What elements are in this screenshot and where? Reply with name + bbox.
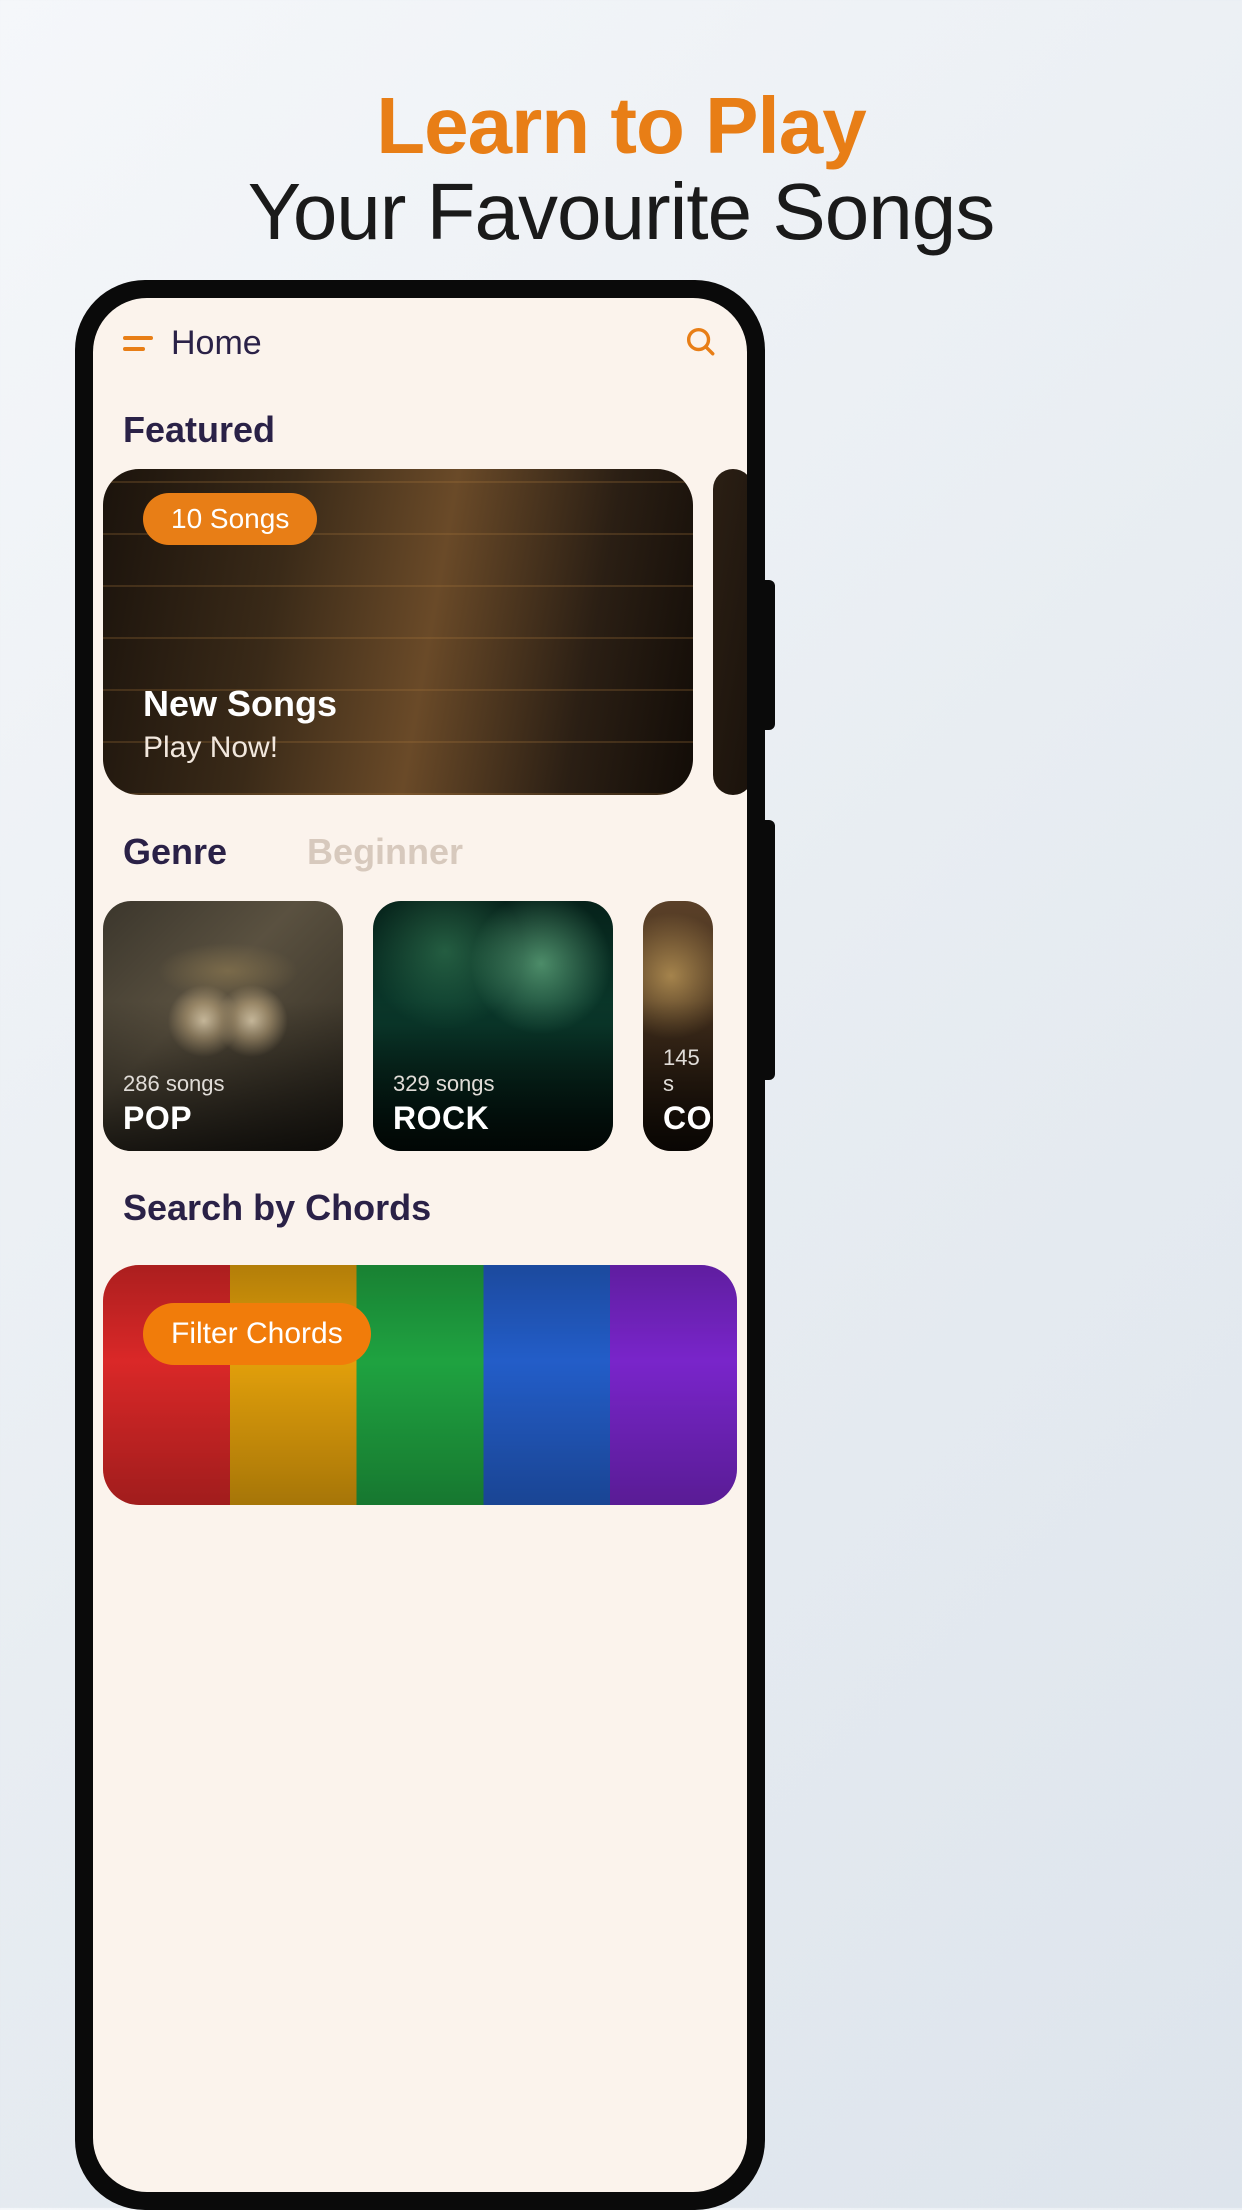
phone-frame: Home Featured 10 Songs New Songs Play No… bbox=[75, 280, 765, 2210]
app-header: Home bbox=[93, 298, 747, 373]
featured-carousel[interactable]: 10 Songs New Songs Play Now! bbox=[93, 469, 747, 795]
promo-line1: Learn to Play bbox=[0, 80, 1242, 172]
featured-card-peek[interactable] bbox=[713, 469, 747, 795]
featured-card-title: New Songs bbox=[143, 683, 337, 725]
phone-screen: Home Featured 10 Songs New Songs Play No… bbox=[93, 298, 747, 2192]
filter-chords-button[interactable]: Filter Chords bbox=[143, 1303, 371, 1365]
featured-section-title: Featured bbox=[93, 373, 747, 469]
genre-name: ROCK bbox=[393, 1100, 489, 1137]
tab-beginner[interactable]: Beginner bbox=[307, 831, 463, 873]
genre-card-pop[interactable]: 286 songs POP bbox=[103, 901, 343, 1151]
promo-line2: Your Favourite Songs bbox=[0, 166, 1242, 258]
search-chords-section-title: Search by Chords bbox=[93, 1151, 747, 1247]
genre-carousel[interactable]: 286 songs POP 329 songs ROCK 145 s CO bbox=[93, 883, 747, 1151]
search-by-chords-card[interactable]: Filter Chords bbox=[103, 1265, 737, 1505]
phone-side-button bbox=[765, 820, 775, 1080]
promo-header: Learn to Play Your Favourite Songs bbox=[0, 0, 1242, 298]
menu-icon[interactable] bbox=[123, 336, 153, 351]
phone-side-button bbox=[765, 580, 775, 730]
genre-song-count: 286 songs bbox=[123, 1071, 225, 1097]
genre-card-rock[interactable]: 329 songs ROCK bbox=[373, 901, 613, 1151]
genre-song-count: 145 s bbox=[663, 1045, 713, 1097]
genre-tabs: Genre Beginner bbox=[93, 795, 747, 883]
genre-name: CO bbox=[663, 1100, 712, 1137]
songs-count-badge: 10 Songs bbox=[143, 493, 317, 545]
search-icon[interactable] bbox=[683, 324, 717, 363]
genre-song-count: 329 songs bbox=[393, 1071, 495, 1097]
genre-name: POP bbox=[123, 1100, 192, 1137]
featured-card[interactable]: 10 Songs New Songs Play Now! bbox=[103, 469, 693, 795]
featured-card-subtitle: Play Now! bbox=[143, 731, 278, 765]
tab-genre[interactable]: Genre bbox=[123, 831, 227, 873]
genre-card-peek[interactable]: 145 s CO bbox=[643, 901, 713, 1151]
page-title: Home bbox=[171, 324, 683, 363]
